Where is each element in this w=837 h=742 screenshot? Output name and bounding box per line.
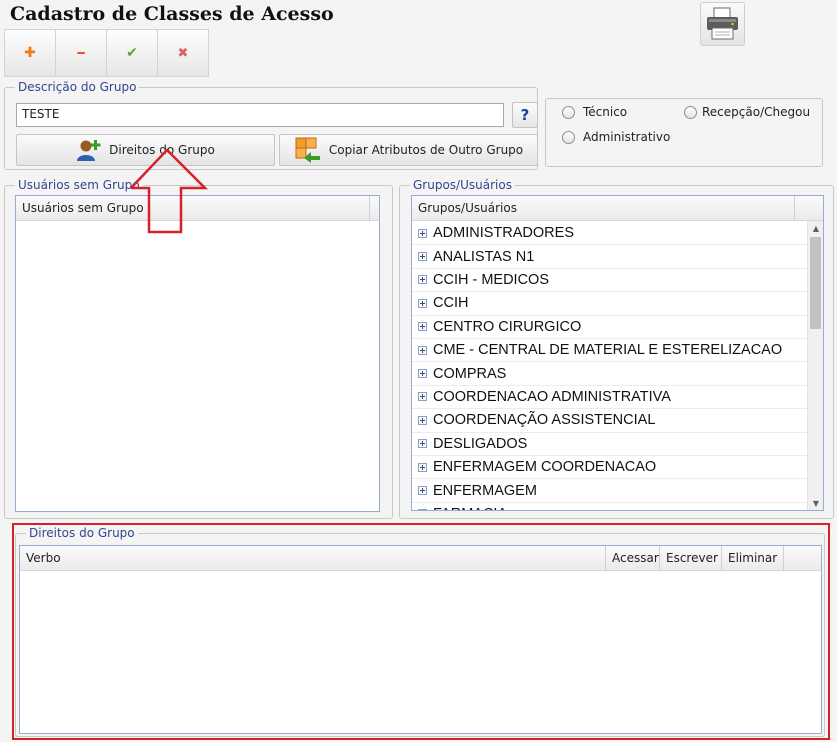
help-button[interactable]: ? <box>512 102 538 128</box>
group-rights-grid[interactable]: Verbo Acessar Escrever Eliminar <box>19 545 822 734</box>
tree-node-label: COMPRAS <box>433 365 507 382</box>
tree-node-label: CENTRO CIRURGICO <box>433 318 582 335</box>
tree-node[interactable]: FARMACIA <box>412 503 807 510</box>
tree-node-label: DESLIGADOS <box>433 435 528 452</box>
radio-recepcao-label: Recepção/Chegou <box>702 105 811 119</box>
tree-node[interactable]: DESLIGADOS <box>412 433 807 456</box>
tree-node[interactable]: CCIH - MEDICOS <box>412 269 807 293</box>
tree-node-label: ADMINISTRADORES <box>433 225 574 242</box>
page-title: Cadastro de Classes de Acesso <box>10 3 334 25</box>
tree-node[interactable]: ADMINISTRADORES <box>412 222 807 246</box>
minus-icon: ━ <box>77 46 85 60</box>
tree-node[interactable]: CCIH <box>412 292 807 316</box>
annotation-arrow-icon <box>131 148 209 234</box>
tree-node[interactable]: ANALISTAS N1 <box>412 245 807 269</box>
tree-node-label: ENFERMAGEM COORDENACAO <box>433 459 657 476</box>
add-button[interactable]: ✚ <box>4 29 56 77</box>
column-header-groups-users[interactable]: Grupos/Usuários <box>412 196 795 221</box>
copy-attributes-button-label: Copiar Atributos de Outro Grupo <box>328 143 524 157</box>
expand-plus-icon[interactable] <box>418 228 427 238</box>
groups-users-header: Grupos/Usuários <box>412 196 823 221</box>
column-header-verbo[interactable]: Verbo <box>20 546 606 571</box>
remove-button[interactable]: ━ <box>55 29 107 77</box>
expand-plus-icon[interactable] <box>418 369 427 379</box>
group-description-legend: Descrição do Grupo <box>15 80 140 94</box>
expand-plus-icon[interactable] <box>418 322 427 332</box>
expand-plus-icon[interactable] <box>418 509 427 510</box>
copy-attributes-button[interactable]: Copiar Atributos de Outro Grupo <box>279 134 538 166</box>
x-icon: ✖ <box>177 45 189 61</box>
tree-scrollbar[interactable]: ▲ ▼ <box>807 221 823 510</box>
tree-node[interactable]: ENFERMAGEM COORDENACAO <box>412 456 807 480</box>
column-header-escrever[interactable]: Escrever <box>660 546 722 571</box>
copy-attributes-icon <box>295 137 320 163</box>
plus-icon: ✚ <box>24 45 36 61</box>
expand-plus-icon[interactable] <box>418 392 427 402</box>
radio-tecnico-label: Técnico <box>583 105 628 119</box>
tree-node-label: CCIH <box>433 295 469 312</box>
confirm-button[interactable]: ✔ <box>106 29 158 77</box>
expand-plus-icon[interactable] <box>418 486 427 496</box>
print-button[interactable] <box>700 2 745 46</box>
tree-node[interactable]: COORDENAÇÃO ASSISTENCIAL <box>412 409 807 433</box>
tree-node[interactable]: COORDENACAO ADMINISTRATIVA <box>412 386 807 410</box>
column-header-eliminar[interactable]: Eliminar <box>722 546 784 571</box>
scroll-down-icon[interactable]: ▼ <box>808 496 823 510</box>
expand-plus-icon[interactable] <box>418 462 427 472</box>
radio-button-icon <box>562 130 575 144</box>
expand-plus-icon[interactable] <box>418 298 427 308</box>
tree-node-label: ENFERMAGEM <box>433 482 537 499</box>
column-header-acessar[interactable]: Acessar <box>606 546 660 571</box>
expand-plus-icon[interactable] <box>418 252 427 262</box>
tree-node[interactable]: CME - CENTRAL DE MATERIAL E ESTERELIZACA… <box>412 339 807 363</box>
radio-button-icon <box>562 105 575 119</box>
tree-node-label: COORDENACAO ADMINISTRATIVA <box>433 388 671 405</box>
check-icon: ✔ <box>126 45 138 61</box>
radio-administrativo[interactable]: Administrativo <box>562 130 670 144</box>
radio-button-icon <box>684 105 697 119</box>
tree-node-label: FARMACIA <box>433 506 507 510</box>
expand-plus-icon[interactable] <box>418 439 427 449</box>
group-rights-header: Verbo Acessar Escrever Eliminar <box>20 546 821 571</box>
cancel-button[interactable]: ✖ <box>157 29 209 77</box>
tree-node-label: ANALISTAS N1 <box>433 248 535 265</box>
tree-node-label: CCIH - MEDICOS <box>433 271 549 288</box>
question-icon: ? <box>520 106 530 124</box>
tree-node[interactable]: COMPRAS <box>412 362 807 386</box>
scroll-up-icon[interactable]: ▲ <box>808 221 823 235</box>
expand-plus-icon[interactable] <box>418 345 427 355</box>
tree-node-label: COORDENAÇÃO ASSISTENCIAL <box>433 412 656 429</box>
user-add-icon <box>77 140 101 161</box>
users-without-group-legend: Usuários sem Grupo <box>15 178 143 192</box>
group-rights-legend: Direitos do Grupo <box>26 526 138 540</box>
printer-icon <box>707 7 738 40</box>
radio-administrativo-label: Administrativo <box>583 130 671 144</box>
radio-recepcao-chegou[interactable]: Recepção/Chegou <box>684 105 810 119</box>
group-description-input[interactable]: TESTE <box>16 103 504 127</box>
radio-tecnico[interactable]: Técnico <box>562 105 627 119</box>
scrollbar-thumb[interactable] <box>810 237 821 329</box>
groups-users-tree[interactable]: Grupos/Usuários ADMINISTRADORES ANALISTAS… <box>411 195 824 511</box>
tree-node[interactable]: ENFERMAGEM <box>412 479 807 503</box>
expand-plus-icon[interactable] <box>418 415 427 425</box>
users-without-group-list[interactable]: Usuários sem Grupo <box>15 195 380 512</box>
tree-node[interactable]: CENTRO CIRURGICO <box>412 316 807 339</box>
expand-plus-icon[interactable] <box>418 275 427 285</box>
tree-node-label: CME - CENTRAL DE MATERIAL E ESTERELIZACA… <box>433 342 783 359</box>
groups-users-legend: Grupos/Usuários <box>410 178 515 192</box>
